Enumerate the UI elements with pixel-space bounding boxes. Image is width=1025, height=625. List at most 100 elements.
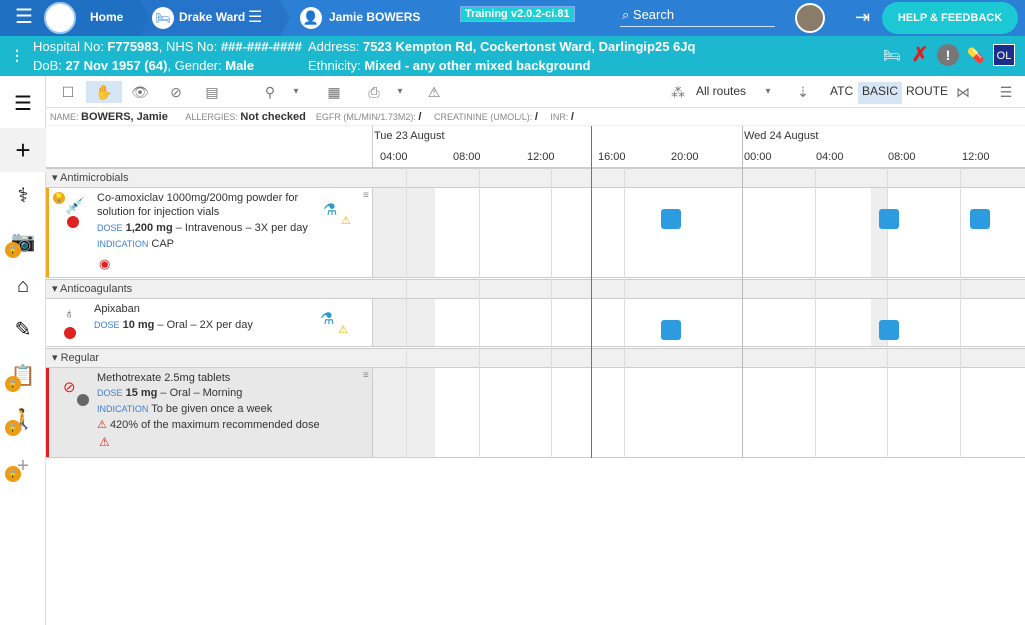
section-title: Antimicrobials [59, 172, 129, 184]
calendar-icon[interactable]: ▦ [322, 81, 346, 103]
indication-label: INDICATION [97, 404, 149, 414]
dose-dot[interactable] [879, 209, 899, 229]
medication-row[interactable]: 💡 💉 Co-amoxiclav 1000mg/200mg powder for… [46, 188, 1025, 278]
time-label: 16:00 [598, 151, 626, 163]
egfr-label: EGFR (ML/MIN/1.73M2): [315, 112, 416, 122]
add-medication-icon[interactable]: ⚲ [258, 81, 282, 103]
patient-ethnicity: Ethnicity: Mixed - any other mixed backg… [308, 58, 591, 73]
left-sidebar: ☰ + ⚕ 📷 🔒 ⌂ ✎ 📋 🔒 🚶 🔒 + 🔒 [0, 76, 46, 625]
medication-details[interactable]: ♁ Apixaban DOSE 10 mg – Oral – 2X per da… [46, 299, 373, 346]
list-icon[interactable]: ☰ [0, 82, 46, 126]
app-logo[interactable] [44, 2, 76, 34]
user-avatar[interactable] [795, 3, 825, 33]
chevron-down-icon[interactable]: ▾ [756, 81, 780, 103]
prescribe-icon[interactable]: ☐ [56, 81, 80, 103]
basic-toggle[interactable]: BASIC [858, 82, 903, 104]
row-menu-icon[interactable]: ≡ [363, 190, 369, 201]
patient-address: Address: 7523 Kempton Rd, Cockertonst Wa… [308, 39, 696, 54]
atc-toggle[interactable]: ATC [826, 82, 857, 104]
alert-icon[interactable]: ! [937, 44, 959, 66]
ward-menu-icon[interactable]: ☰ [248, 7, 262, 27]
print-icon[interactable]: ⎙ [362, 81, 386, 103]
indication-value: To be given once a week [151, 403, 273, 415]
bulb-icon: 💡 [53, 192, 65, 204]
indication-value: CAP [151, 238, 175, 250]
time-label: 08:00 [888, 151, 916, 163]
timeline-header: Tue 23 August Wed 24 August 04:00 08:00 … [46, 126, 1025, 168]
warning-icon: ⚠ [99, 435, 110, 449]
dose-dot[interactable] [661, 320, 681, 340]
routes-icon[interactable]: ⁂ [666, 81, 690, 103]
dose-dot[interactable] [879, 320, 899, 340]
route-text: – Intravenous – 3X per day [172, 222, 308, 234]
pill-icon[interactable]: 💊 [965, 44, 987, 66]
document-icon[interactable]: ▤ [200, 81, 224, 103]
ol-badge[interactable]: OL [993, 44, 1015, 66]
more-options-icon[interactable]: ⋮ [10, 47, 24, 64]
warning-icon: ⚠ [97, 419, 107, 431]
sort-icon[interactable]: ⇣ [791, 81, 815, 103]
medication-row[interactable]: ⊘ Methotrexate 2.5mg tablets DOSE 15 mg … [46, 368, 1025, 458]
patient-banner: ⋮ Hospital No: F775983, NHS No: ###-###-… [0, 36, 1025, 76]
clipboard-icon[interactable]: 📋 🔒 [0, 354, 46, 398]
hamburger-menu-icon[interactable]: ☰ [994, 81, 1018, 103]
lock-icon: 🔒 [5, 420, 21, 436]
warning-icon[interactable]: ⚠ [422, 81, 446, 103]
camera-icon[interactable]: 📷 🔒 [0, 220, 46, 264]
section-header[interactable]: ▾ Antimicrobials [46, 168, 1025, 188]
dose-value: 1,200 mg [125, 222, 173, 234]
ward-link[interactable]: Drake Ward [179, 10, 245, 24]
mortar-pestle-icon[interactable]: ⚗ [320, 309, 334, 329]
medication-details[interactable]: ⊘ Methotrexate 2.5mg tablets DOSE 15 mg … [46, 368, 373, 457]
routes-select[interactable]: All routes [696, 84, 746, 98]
medication-details[interactable]: 💡 💉 Co-amoxiclav 1000mg/200mg powder for… [46, 188, 373, 277]
group-icon[interactable]: ⋈ [951, 81, 975, 103]
bandage-icon[interactable]: ⊘ [164, 81, 188, 103]
walking-icon[interactable]: 🚶 🔒 [0, 398, 46, 442]
inr-label: INR: [550, 112, 569, 122]
chevron-down-icon[interactable]: ▾ [388, 81, 412, 103]
mortar-pestle-icon[interactable]: ⚗ [323, 200, 337, 220]
cross-icon[interactable]: ✗ [909, 44, 931, 66]
lock-icon: 🔒 [5, 376, 21, 392]
section-header[interactable]: ▾ Regular [46, 348, 1025, 368]
bed-icon[interactable]: 🛏 [881, 44, 903, 66]
section-title: Regular [60, 352, 100, 364]
drug-name: Co-amoxiclav 1000mg/200mg powder for sol… [97, 192, 299, 218]
time-label: 20:00 [671, 151, 699, 163]
time-label: 00:00 [744, 151, 772, 163]
eye-icon[interactable]: 👁 [128, 81, 152, 103]
stethoscope-icon[interactable]: ⚕ [0, 174, 46, 218]
dose-dot[interactable] [661, 209, 681, 229]
route-toggle[interactable]: ROUTE [902, 82, 952, 104]
home-icon[interactable]: ⌂ [0, 264, 46, 308]
add-icon[interactable]: + [0, 128, 46, 172]
time-label: 04:00 [816, 151, 844, 163]
row-menu-icon[interactable]: ≡ [363, 370, 369, 381]
person-icon: 👤 [300, 7, 322, 29]
chevron-down-icon[interactable]: ▾ [284, 81, 308, 103]
add-locked-icon[interactable]: + 🔒 [0, 444, 46, 488]
name-value: BOWERS, Jamie [81, 111, 168, 123]
section-header[interactable]: ▾ Anticoagulants [46, 279, 1025, 299]
dose-label: DOSE [94, 320, 120, 330]
administer-icon[interactable]: ✋ [86, 81, 122, 103]
patient-link[interactable]: Jamie BOWERS [329, 10, 420, 24]
pill-stop-icon: ⊘ [63, 379, 76, 396]
name-label: NAME: [50, 112, 79, 122]
stop-icon [67, 216, 79, 228]
time-label: 12:00 [527, 151, 555, 163]
home-link[interactable]: Home [90, 10, 123, 24]
training-badge: Training v2.0.2-ci.81 [460, 6, 575, 22]
help-feedback-button[interactable]: HELP & FEEDBACK [882, 2, 1018, 34]
search-input[interactable]: ⌕ Search [620, 5, 775, 27]
egfr-value: / [418, 111, 422, 123]
drug-name: Apixaban [94, 303, 140, 315]
dose-dot[interactable] [970, 209, 990, 229]
dose-value: 15 mg [125, 387, 158, 399]
route-text: – Oral – Morning [157, 387, 243, 399]
menu-icon[interactable]: ☰ [10, 6, 38, 30]
edit-icon[interactable]: ✎ [0, 308, 46, 352]
logout-icon[interactable]: ⇥ [855, 7, 870, 28]
allergies-value: Not checked [240, 111, 306, 123]
